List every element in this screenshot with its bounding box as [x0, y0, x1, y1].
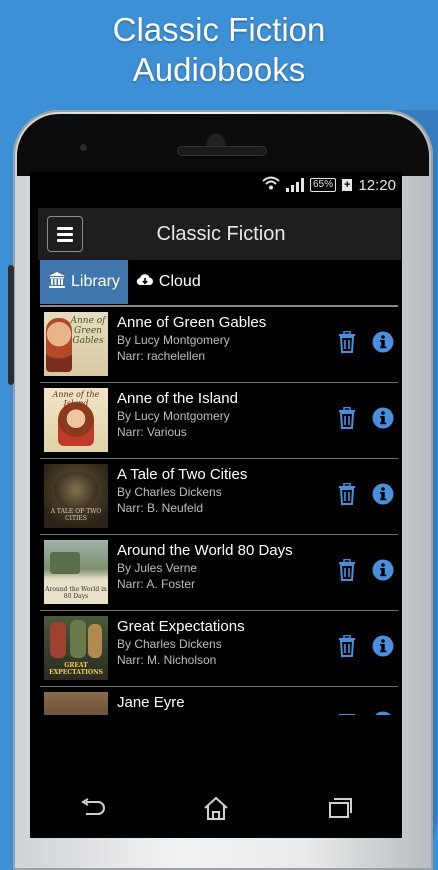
book-row[interactable]: Around the World in 80 Days Around the W… — [40, 535, 398, 611]
info-icon[interactable] — [372, 331, 394, 353]
earpiece-speaker — [177, 146, 267, 156]
row-actions — [336, 483, 394, 505]
book-row[interactable]: Anne of Green Gables Anne of Green Gable… — [40, 307, 398, 383]
book-cover — [44, 692, 108, 715]
cover-caption: A TALE OF TWO CITIES — [50, 508, 102, 522]
book-cover: A TALE OF TWO CITIES — [44, 464, 108, 528]
book-cover: Around the World in 80 Days — [44, 540, 108, 604]
book-author: By Lucy Montgomery — [117, 333, 230, 347]
hamburger-icon — [57, 226, 73, 230]
book-title: Around the World 80 Days — [117, 542, 293, 559]
menu-button[interactable] — [47, 216, 83, 252]
book-title: Anne of the Island — [117, 390, 238, 407]
book-author: By Charles Dickens — [117, 485, 222, 499]
library-icon — [48, 271, 66, 294]
book-row[interactable]: GREAT EXPECTATIONS Great Expectations By… — [40, 611, 398, 687]
book-row[interactable]: Anne of the Island Anne of the Island By… — [40, 383, 398, 459]
row-actions — [336, 559, 394, 581]
info-icon[interactable] — [372, 407, 394, 429]
book-info: Anne of the Island By Lucy Montgomery Na… — [117, 390, 332, 440]
battery-level: 65% — [310, 178, 337, 192]
row-actions — [336, 331, 394, 353]
signal-icon — [286, 178, 304, 192]
book-narrator: Narr: A. Foster — [117, 577, 196, 591]
phone-top-bezel — [17, 114, 429, 176]
home-icon[interactable] — [201, 793, 231, 823]
promo-heading: Classic Fiction Audiobooks — [0, 10, 438, 90]
trash-icon[interactable] — [336, 559, 358, 581]
tab-cloud-label: Cloud — [158, 273, 201, 290]
row-actions — [336, 711, 394, 715]
book-title: Jane Eyre — [117, 694, 185, 711]
recent-apps-icon[interactable] — [325, 793, 355, 823]
book-title: Anne of Green Gables — [117, 314, 267, 331]
clock: 12:20 — [358, 176, 396, 194]
promo-line-2: Audiobooks — [132, 51, 306, 88]
tab-library-label: Library — [71, 273, 120, 290]
cover-caption: Around the World in 80 Days — [45, 586, 107, 600]
trash-icon[interactable] — [336, 331, 358, 353]
book-cover: Anne of Green Gables — [44, 312, 108, 376]
book-author: By Charles Dickens — [117, 637, 222, 651]
proximity-sensor — [80, 144, 87, 151]
info-icon[interactable] — [372, 559, 394, 581]
book-narrator: Narr: rachelellen — [117, 349, 206, 363]
system-nav-bar — [30, 778, 402, 838]
trash-icon[interactable] — [336, 635, 358, 657]
cover-caption: Anne of Green Gables — [70, 316, 106, 346]
row-actions — [336, 635, 394, 657]
row-actions — [336, 407, 394, 429]
promo-line-1: Classic Fiction — [112, 11, 326, 48]
info-icon[interactable] — [372, 635, 394, 657]
trash-icon[interactable] — [336, 711, 358, 715]
app-title: Classic Fiction — [156, 222, 286, 245]
book-row[interactable]: A TALE OF TWO CITIES A Tale of Two Citie… — [40, 459, 398, 535]
trash-icon[interactable] — [336, 407, 358, 429]
phone-side-button — [8, 265, 14, 385]
tab-bar: Library Cloud — [40, 260, 398, 307]
tab-cloud[interactable]: Cloud — [128, 260, 209, 304]
book-list: Anne of Green Gables Anne of Green Gable… — [40, 307, 398, 715]
book-author: By Jules Verne — [117, 561, 198, 575]
book-info: Around the World 80 Days By Jules Verne … — [117, 542, 332, 592]
book-info: A Tale of Two Cities By Charles Dickens … — [117, 466, 332, 516]
info-icon[interactable] — [372, 711, 394, 715]
book-cover: GREAT EXPECTATIONS — [44, 616, 108, 680]
book-info: Anne of Green Gables By Lucy Montgomery … — [117, 314, 332, 364]
book-title: A Tale of Two Cities — [117, 466, 248, 483]
book-narrator: Narr: M. Nicholson — [117, 653, 217, 667]
back-icon[interactable] — [77, 793, 107, 823]
book-cover: Anne of the Island — [44, 388, 108, 452]
book-narrator: Narr: B. Neufeld — [117, 501, 204, 515]
charging-icon: + — [342, 179, 353, 191]
info-icon[interactable] — [372, 483, 394, 505]
book-info: Jane Eyre — [117, 694, 332, 712]
cloud-download-icon — [136, 271, 154, 294]
wifi-icon — [262, 176, 280, 194]
book-narrator: Narr: Various — [117, 425, 187, 439]
status-bar: 65% + 12:20 — [30, 172, 402, 198]
phone-screen: 65% + 12:20 Classic Fiction Library Clou… — [30, 172, 402, 838]
book-author: By Lucy Montgomery — [117, 409, 230, 423]
tab-library[interactable]: Library — [40, 260, 128, 304]
book-title: Great Expectations — [117, 618, 245, 635]
trash-icon[interactable] — [336, 483, 358, 505]
book-info: Great Expectations By Charles Dickens Na… — [117, 618, 332, 668]
app-bar: Classic Fiction — [38, 208, 401, 260]
cover-caption: GREAT EXPECTATIONS — [49, 662, 103, 676]
book-row[interactable]: Jane Eyre — [40, 687, 398, 715]
